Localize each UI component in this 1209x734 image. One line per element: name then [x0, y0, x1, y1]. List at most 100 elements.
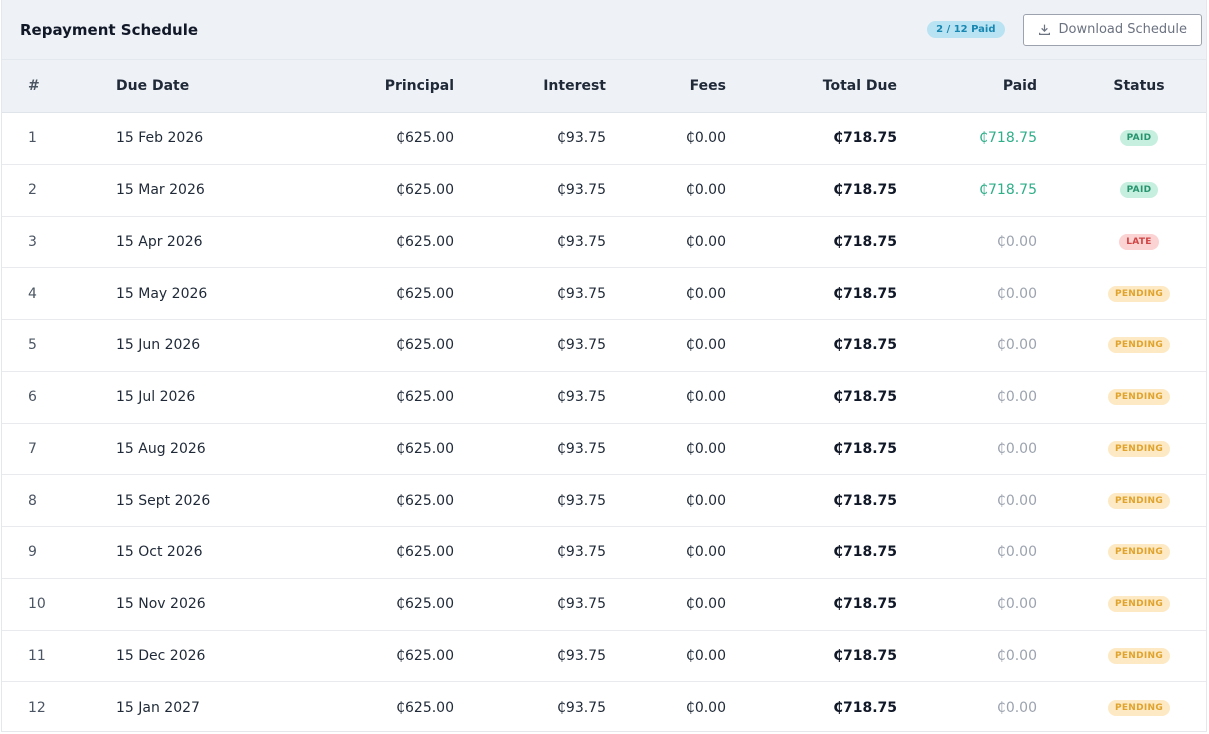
fees-amount: ₵0.00 [685, 647, 726, 664]
status-badge: PENDING [1107, 285, 1171, 302]
table-row: 7 15 Aug 2026 ₵625.00 ₵93.75 ₵0.00 ₵718.75 ₵0.… [2, 424, 1206, 476]
total-due-amount: ₵718.75 [833, 544, 897, 561]
status-cell: PENDING [1106, 579, 1172, 630]
table-row: 10 15 Nov 2026 ₵625.00 ₵93.75 ₵0.00 ₵718.75 ₵0… [2, 579, 1206, 631]
interest-amount: ₵93.75 [557, 544, 606, 561]
status-cell: PENDING [1106, 631, 1172, 682]
total-due-amount: ₵718.75 [833, 647, 897, 664]
status-cell: PENDING [1106, 320, 1172, 371]
interest-amount: ₵93.75 [557, 647, 606, 664]
installment-number: 10 [28, 596, 46, 613]
due-date: 15 Jun 2026 [116, 337, 201, 354]
principal-amount: ₵625.00 [396, 130, 454, 147]
installment-number: 9 [28, 544, 37, 561]
due-date: 15 Sept 2026 [116, 492, 211, 509]
interest-amount: ₵93.75 [557, 596, 606, 613]
fees-amount: ₵0.00 [685, 337, 726, 354]
due-date: 15 Aug 2026 [116, 440, 206, 457]
installment-number: 8 [28, 492, 37, 509]
column-header-fees: Fees [689, 78, 726, 94]
principal-amount: ₵625.00 [396, 440, 454, 457]
table-row: 6 15 Jul 2026 ₵625.00 ₵93.75 ₵0.00 ₵718.75 ₵0.… [2, 372, 1206, 424]
table-row: 8 15 Sept 2026 ₵625.00 ₵93.75 ₵0.00 ₵718.75 ₵0… [2, 475, 1206, 527]
status-badge: PENDING [1107, 440, 1171, 457]
interest-amount: ₵93.75 [557, 492, 606, 509]
paid-amount: ₵718.75 [979, 182, 1037, 199]
fees-amount: ₵0.00 [685, 182, 726, 199]
interest-amount: ₵93.75 [557, 130, 606, 147]
interest-amount: ₵93.75 [557, 233, 606, 250]
table-row: 1 15 Feb 2026 ₵625.00 ₵93.75 ₵0.00 ₵718.75 ₵71… [2, 113, 1206, 165]
status-cell: PENDING [1106, 372, 1172, 423]
due-date: 15 Jul 2026 [116, 389, 196, 406]
status-cell: PAID [1106, 113, 1172, 164]
paid-amount: ₵0.00 [996, 440, 1037, 457]
status-cell: PENDING [1106, 475, 1172, 526]
table-row: 5 15 Jun 2026 ₵625.00 ₵93.75 ₵0.00 ₵718.75 ₵0.… [2, 320, 1206, 372]
interest-amount: ₵93.75 [557, 337, 606, 354]
fees-amount: ₵0.00 [685, 492, 726, 509]
column-header-number: # [28, 78, 40, 94]
installment-number: 4 [28, 285, 37, 302]
interest-amount: ₵93.75 [557, 182, 606, 199]
total-due-amount: ₵718.75 [833, 440, 897, 457]
fees-amount: ₵0.00 [685, 700, 726, 717]
paid-amount: ₵0.00 [996, 492, 1037, 509]
total-due-amount: ₵718.75 [833, 182, 897, 199]
panel-title: Repayment Schedule [20, 20, 199, 39]
table-body: 1 15 Feb 2026 ₵625.00 ₵93.75 ₵0.00 ₵718.75 ₵71… [2, 113, 1206, 734]
column-header-total-due: Total Due [822, 78, 897, 94]
interest-amount: ₵93.75 [557, 440, 606, 457]
installment-number: 6 [28, 389, 37, 406]
status-badge: PENDING [1107, 596, 1171, 613]
paid-amount: ₵0.00 [996, 233, 1037, 250]
principal-amount: ₵625.00 [396, 389, 454, 406]
principal-amount: ₵625.00 [396, 285, 454, 302]
status-badge: PENDING [1107, 544, 1171, 561]
status-badge: PAID [1119, 130, 1159, 147]
paid-amount: ₵0.00 [996, 337, 1037, 354]
column-header-paid: Paid [1002, 78, 1037, 94]
paid-amount: ₵0.00 [996, 389, 1037, 406]
principal-amount: ₵625.00 [396, 700, 454, 717]
panel-header: Repayment Schedule 2 / 12 Paid Download … [2, 0, 1206, 60]
principal-amount: ₵625.00 [396, 544, 454, 561]
paid-amount: ₵718.75 [979, 130, 1037, 147]
status-badge: LATE [1119, 233, 1159, 250]
installment-number: 1 [28, 130, 37, 147]
status-badge: PENDING [1107, 337, 1171, 354]
fees-amount: ₵0.00 [685, 233, 726, 250]
paid-amount: ₵0.00 [996, 596, 1037, 613]
table-header-row: # Due Date Principal Interest Fees Total… [2, 60, 1206, 113]
paid-amount: ₵0.00 [996, 700, 1037, 717]
download-icon [1038, 24, 1050, 35]
installment-number: 2 [28, 182, 37, 199]
total-due-amount: ₵718.75 [833, 233, 897, 250]
download-schedule-button[interactable]: Download Schedule [1022, 13, 1202, 46]
status-badge: PENDING [1107, 647, 1171, 664]
paid-amount: ₵0.00 [996, 647, 1037, 664]
paid-amount: ₵0.00 [996, 544, 1037, 561]
paid-amount: ₵0.00 [996, 285, 1037, 302]
due-date: 15 Jan 2027 [116, 700, 200, 717]
status-cell: PENDING [1106, 424, 1172, 475]
due-date: 15 Feb 2026 [116, 130, 204, 147]
status-badge: PENDING [1107, 700, 1171, 717]
fees-amount: ₵0.00 [685, 440, 726, 457]
installment-number: 12 [28, 700, 46, 717]
total-due-amount: ₵718.75 [833, 130, 897, 147]
due-date: 15 May 2026 [116, 285, 208, 302]
repayment-schedule-panel: Repayment Schedule 2 / 12 Paid Download … [1, 0, 1207, 732]
total-due-amount: ₵718.75 [833, 285, 897, 302]
installment-number: 3 [28, 233, 37, 250]
installment-number: 11 [28, 647, 46, 664]
installment-number: 7 [28, 440, 37, 457]
status-cell: LATE [1106, 217, 1172, 268]
status-badge: PAID [1119, 182, 1159, 199]
status-cell: PAID [1106, 165, 1172, 216]
total-due-amount: ₵718.75 [833, 337, 897, 354]
status-cell: PENDING [1106, 527, 1172, 578]
fees-amount: ₵0.00 [685, 130, 726, 147]
table-row: 12 15 Jan 2027 ₵625.00 ₵93.75 ₵0.00 ₵718.75 ₵0… [2, 682, 1206, 734]
principal-amount: ₵625.00 [396, 492, 454, 509]
